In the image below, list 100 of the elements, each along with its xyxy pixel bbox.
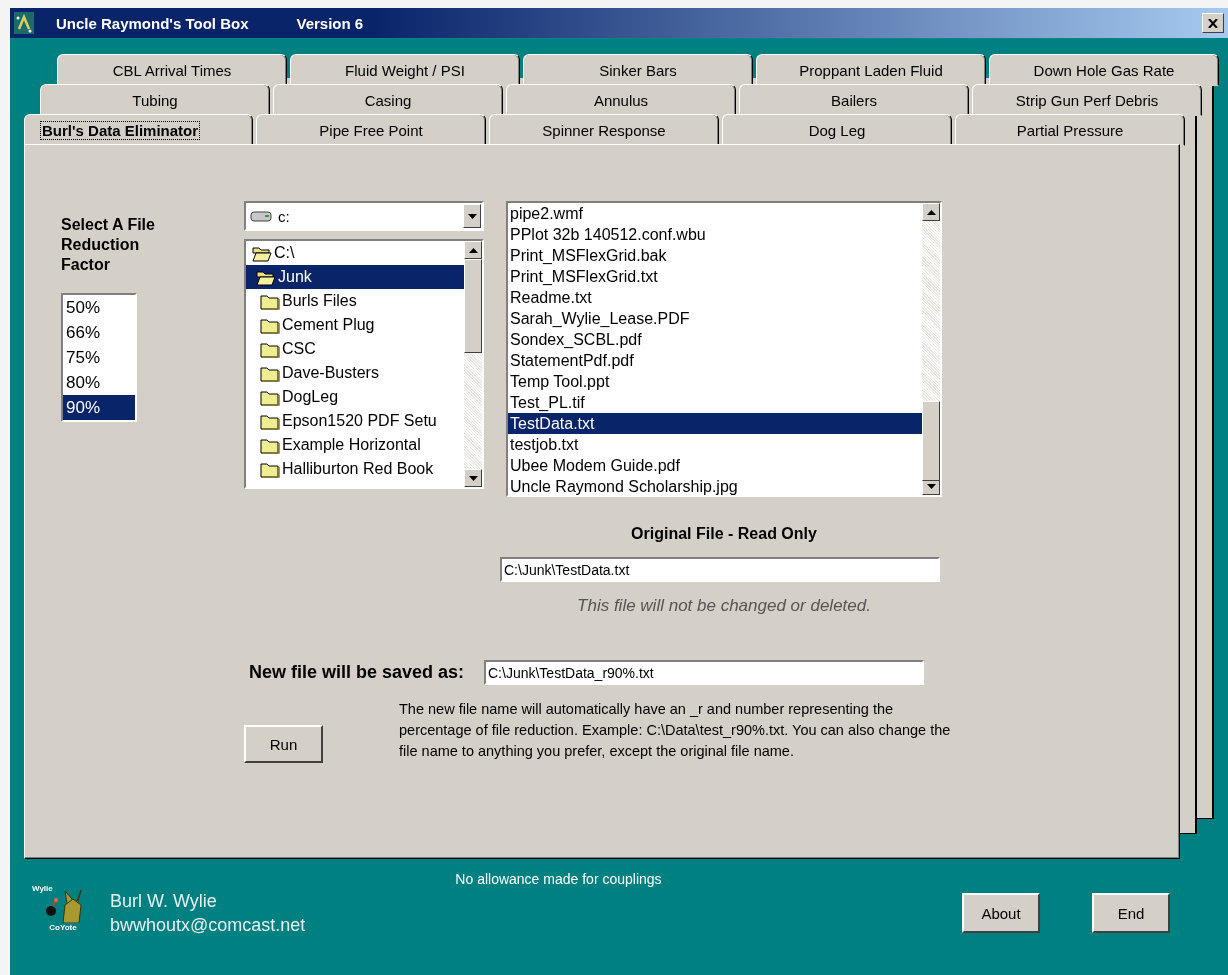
folder-name: Epson1520 PDF Setu	[282, 412, 437, 430]
tab[interactable]: Tubing	[40, 84, 270, 116]
folder-item[interactable]: Example Horizontal	[246, 433, 464, 457]
folder-name: C:\	[274, 244, 295, 262]
open-folder-icon	[256, 268, 276, 286]
run-button[interactable]: Run	[244, 725, 323, 763]
file-item[interactable]: PPlot 32b 140512.conf.wbu	[508, 224, 922, 245]
tab[interactable]: Spinner Response	[489, 114, 719, 146]
scroll-down-button[interactable]	[464, 469, 482, 487]
scrollbar[interactable]	[922, 203, 940, 495]
scroll-up-button[interactable]	[922, 203, 940, 221]
file-list[interactable]	[506, 201, 942, 497]
author-email: bwwhoutx@comcast.net	[110, 914, 306, 937]
folder-name: Burls Files	[282, 292, 357, 310]
folder-item[interactable]: Halliburton Red Book	[246, 457, 464, 481]
folder-item[interactable]: Cement Plug	[246, 313, 464, 337]
tab[interactable]: Annulus	[506, 84, 736, 116]
tab[interactable]: Sinker Bars	[523, 54, 753, 86]
folder-item[interactable]: C:\	[246, 241, 464, 265]
file-item[interactable]: Readme.txt	[508, 287, 922, 308]
drive-icon	[250, 210, 272, 222]
folder-icon	[260, 340, 280, 358]
tab[interactable]: Pipe Free Point	[256, 114, 486, 146]
reduction-option[interactable]: 50%	[63, 295, 135, 320]
tab[interactable]: Burl's Data Eliminator	[24, 114, 253, 146]
new-file-field[interactable]: C:\Junk\TestData_r90%.txt	[484, 660, 924, 685]
reduction-option[interactable]: 75%	[63, 345, 135, 370]
folder-list[interactable]: C:\ Junk Burls Files Cement Plug CSC Dave-Busters DogLeg Epson1520 PDF Setu Example Horizontal Halliburton Red Book	[244, 239, 484, 489]
tab[interactable]: CBL Arrival Times	[57, 54, 287, 86]
folder-icon	[260, 412, 280, 430]
close-icon	[1208, 18, 1218, 28]
up-arrow-icon	[926, 209, 936, 215]
folder-item[interactable]: Dave-Busters	[246, 361, 464, 385]
file-item[interactable]: Uncle Raymond Scholarship.jpg	[508, 476, 922, 495]
help-text: The new file name will automatically have an _r and number representing the percentage of file reduction. Example: C:\Data\test_r90%.txt. You can also change the file name to anything you prefer, except the original file name.	[399, 700, 952, 761]
reduction-option[interactable]: 66%	[63, 320, 135, 345]
file-item[interactable]: Sondex_SCBL.pdf	[508, 329, 922, 350]
scrollbar[interactable]	[464, 241, 482, 487]
original-file-heading: Original File - Read Only	[631, 525, 817, 543]
folder-icon	[260, 364, 280, 382]
window-title: Uncle Raymond's Tool Box	[56, 14, 249, 32]
scroll-up-button[interactable]	[464, 241, 482, 259]
folder-name: CSC	[282, 340, 316, 358]
down-arrow-icon	[926, 483, 936, 489]
tab[interactable]: Partial Pressure	[955, 114, 1185, 146]
file-item[interactable]: Sarah_Wylie_Lease.PDF	[508, 308, 922, 329]
tab[interactable]: Down Hole Gas Rate	[989, 54, 1219, 86]
open-folder-icon	[252, 244, 272, 262]
file-item[interactable]: Print_MSFlexGrid.txt	[508, 266, 922, 287]
original-file-field[interactable]: C:\Junk\TestData.txt	[500, 557, 940, 582]
scroll-thumb[interactable]	[464, 259, 482, 353]
folder-item[interactable]: DogLeg	[246, 385, 464, 409]
reduction-label: Select A File Reduction Factor	[61, 215, 156, 275]
folder-icon	[260, 388, 280, 406]
app-icon	[14, 12, 34, 34]
author-name: Burl W. Wylie	[110, 890, 218, 913]
folder-item[interactable]: Burls Files	[246, 289, 464, 313]
folder-icon	[260, 316, 280, 334]
file-item[interactable]: Ubee Modem Guide.pdf	[508, 455, 922, 476]
up-arrow-icon	[468, 247, 478, 253]
folder-item[interactable]: Epson1520 PDF Setu	[246, 409, 464, 433]
folder-item[interactable]: Junk	[246, 265, 464, 289]
tab[interactable]: Fluid Weight / PSI	[290, 54, 520, 86]
tab[interactable]: Casing	[273, 84, 503, 116]
read-only-note: This file will not be changed or deleted.	[577, 596, 871, 616]
file-item[interactable]: pipe2.wmf	[508, 203, 922, 224]
file-item[interactable]: StatementPdf.pdf	[508, 350, 922, 371]
down-arrow-icon	[468, 475, 478, 481]
version-label: Version 6	[296, 14, 364, 32]
tab[interactable]: Strip Gun Perf Debris	[972, 84, 1202, 116]
folder-name: Example Horizontal	[282, 436, 421, 454]
file-item[interactable]: Temp Tool.ppt	[508, 371, 922, 392]
file-item[interactable]: TestData.txt	[508, 413, 922, 434]
footer-button[interactable]: End	[1092, 893, 1170, 933]
footer-note: No allowance made for couplings	[455, 871, 662, 887]
tab[interactable]: Bailers	[739, 84, 969, 116]
file-item[interactable]: Print_MSFlexGrid.bak	[508, 245, 922, 266]
logo-drawing: Wylie CoYote	[32, 884, 94, 940]
folder-name: Junk	[278, 268, 312, 286]
new-file-label: New file will be saved as:	[247, 662, 465, 683]
folder-icon	[260, 436, 280, 454]
footer-button[interactable]: About	[962, 893, 1040, 933]
folder-item[interactable]: CSC	[246, 337, 464, 361]
tab[interactable]: Proppant Laden Fluid	[756, 54, 986, 86]
down-arrow-icon	[467, 213, 477, 219]
folder-icon	[260, 292, 280, 310]
folder-name: Cement Plug	[282, 316, 375, 334]
file-item[interactable]: testjob.txt	[508, 434, 922, 455]
reduction-option[interactable]: 80%	[63, 370, 135, 395]
reduction-list[interactable]: 50% 66% 75% 80% 90%	[61, 293, 137, 422]
folder-name: Halliburton Red Book	[282, 460, 434, 478]
folder-name: DogLeg	[282, 388, 339, 406]
file-item[interactable]: Test_PL.tif	[508, 392, 922, 413]
reduction-option[interactable]: 90%	[63, 395, 135, 420]
close-button[interactable]	[1202, 13, 1224, 33]
scroll-thumb[interactable]	[922, 401, 940, 481]
tab[interactable]: Dog Leg	[722, 114, 952, 146]
dropdown-button[interactable]	[463, 204, 481, 228]
drive-dropdown[interactable]: c:	[244, 201, 484, 231]
folder-name: Dave-Busters	[282, 364, 379, 382]
